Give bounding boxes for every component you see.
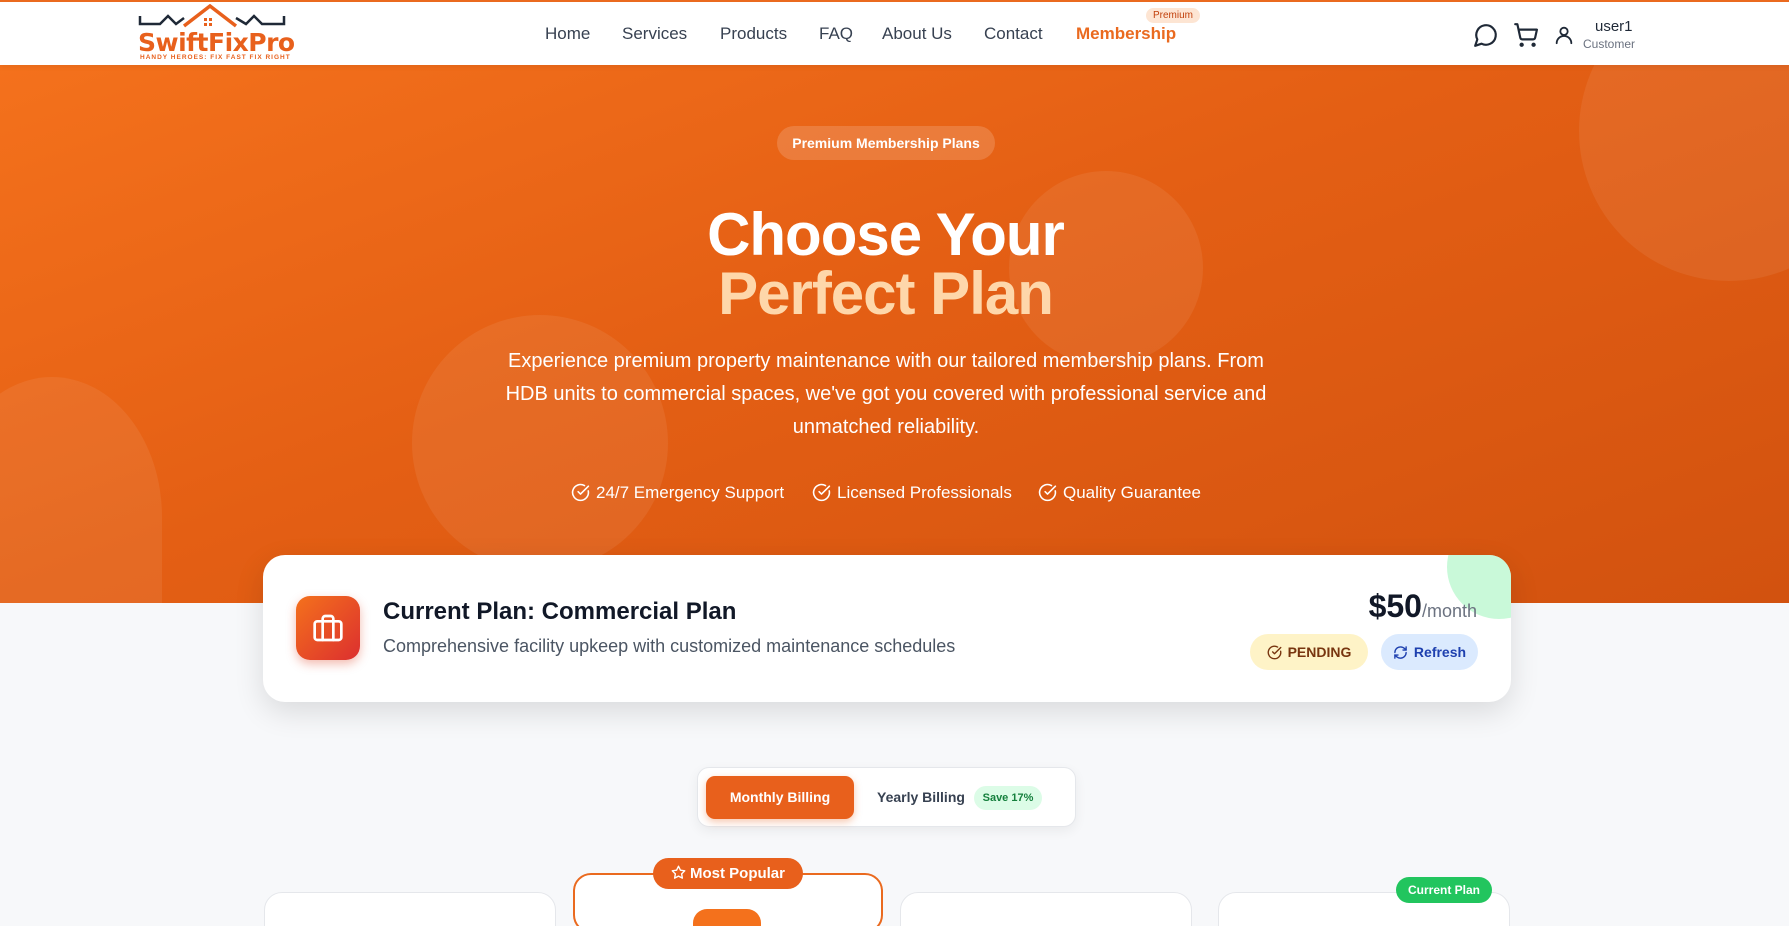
status-label: PENDING bbox=[1287, 644, 1352, 660]
nav-link-about-us[interactable]: About Us bbox=[882, 24, 952, 44]
price-amount: $50 bbox=[1368, 588, 1422, 624]
cart-icon[interactable] bbox=[1513, 22, 1539, 48]
billing-toggle: Monthly Billing Yearly Billing Save 17% bbox=[697, 767, 1076, 827]
save-badge: Save 17% bbox=[974, 786, 1042, 810]
nav-link-contact[interactable]: Contact bbox=[984, 24, 1043, 44]
current-plan-badge: Current Plan bbox=[1396, 877, 1492, 903]
nav-link-products[interactable]: Products bbox=[720, 24, 787, 44]
plan-card-3[interactable] bbox=[900, 892, 1192, 926]
top-navbar: SwiftFixPro HANDY HEROES: FIX FAST FIX R… bbox=[0, 0, 1789, 65]
check-circle-icon bbox=[1038, 483, 1057, 502]
check-circle-icon bbox=[1267, 645, 1282, 660]
hero-section: Premium Membership Plans Choose Your Per… bbox=[0, 65, 1789, 603]
check-circle-icon bbox=[812, 483, 831, 502]
monthly-billing-button[interactable]: Monthly Billing bbox=[706, 776, 854, 819]
current-plan-title: Current Plan: Commercial Plan bbox=[383, 598, 737, 625]
current-plan-price: $50/month bbox=[1369, 588, 1477, 625]
plan-icon-tile bbox=[693, 909, 761, 926]
user-role: Customer bbox=[1583, 37, 1636, 51]
hero-title-line2: Perfect Plan bbox=[718, 260, 1054, 327]
refresh-icon bbox=[1394, 646, 1407, 659]
feature-label: Quality Guarantee bbox=[1063, 483, 1201, 502]
check-circle-icon bbox=[571, 483, 590, 502]
nav-link-membership[interactable]: Membership bbox=[1076, 24, 1176, 44]
chat-icon[interactable] bbox=[1473, 22, 1499, 48]
current-plan-card: Current Plan: Commercial Plan Comprehens… bbox=[263, 555, 1511, 702]
feature-quality-guarantee: Quality Guarantee bbox=[1038, 483, 1201, 503]
status-badge: PENDING bbox=[1250, 634, 1368, 670]
refresh-button[interactable]: Refresh bbox=[1381, 634, 1478, 670]
most-popular-badge: Most Popular bbox=[653, 858, 803, 889]
briefcase-icon bbox=[313, 614, 343, 642]
feature-licensed-professionals: Licensed Professionals bbox=[812, 483, 1012, 503]
most-popular-label: Most Popular bbox=[689, 865, 785, 882]
price-period: /month bbox=[1421, 601, 1477, 621]
nav-link-services[interactable]: Services bbox=[622, 24, 687, 44]
feature-label: Licensed Professionals bbox=[837, 483, 1012, 502]
refresh-label: Refresh bbox=[1413, 644, 1467, 660]
star-icon bbox=[671, 865, 686, 879]
hero-description: Experience premium property maintenance … bbox=[505, 350, 1267, 438]
feature-label: 24/7 Emergency Support bbox=[596, 483, 785, 502]
current-plan-description: Comprehensive facility upkeep with custo… bbox=[383, 636, 956, 656]
nav-link-faq[interactable]: FAQ bbox=[819, 24, 853, 44]
user-icon[interactable] bbox=[1553, 24, 1575, 46]
plan-card-1[interactable] bbox=[264, 892, 556, 926]
premium-badge: Premium bbox=[1146, 8, 1201, 23]
plan-icon-tile bbox=[296, 596, 360, 660]
feature-emergency-support: 24/7 Emergency Support bbox=[571, 483, 784, 503]
user-name[interactable]: user1 bbox=[1595, 18, 1633, 35]
nav-link-home[interactable]: Home bbox=[545, 24, 590, 44]
decorative-circle bbox=[0, 377, 162, 603]
hero-pill-badge: Premium Membership Plans bbox=[777, 126, 995, 160]
yearly-billing-button[interactable]: Yearly Billing bbox=[877, 789, 965, 805]
